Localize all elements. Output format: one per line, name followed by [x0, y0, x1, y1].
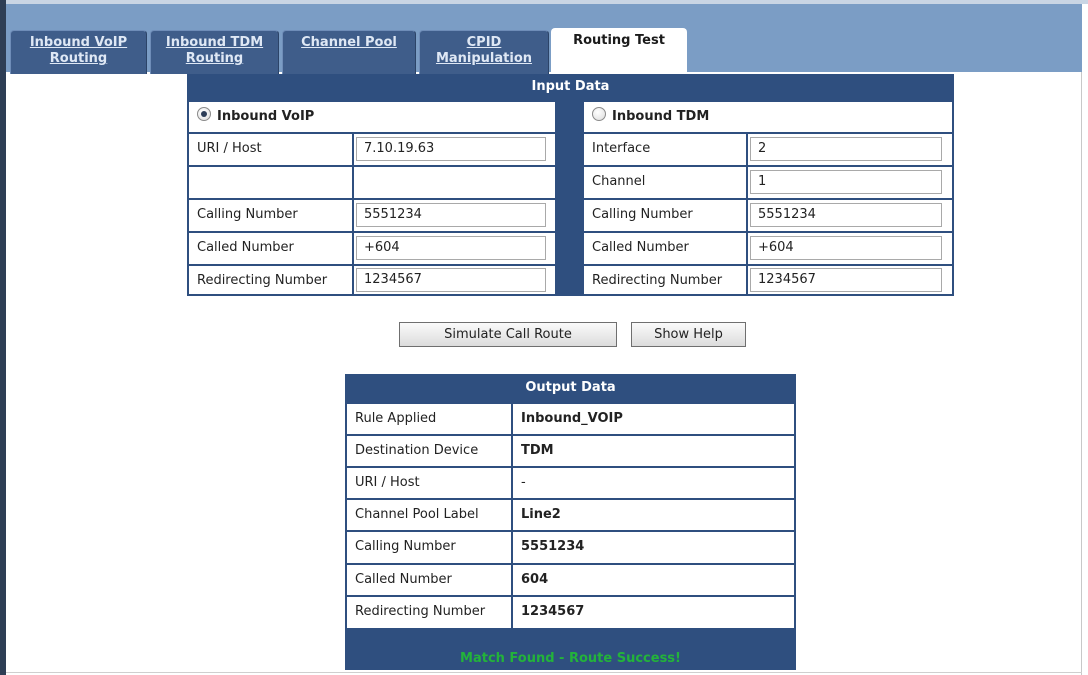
inbound-voip-radio-row[interactable]: Inbound VoIP: [189, 102, 555, 132]
tdm-interface-cell: 2: [748, 134, 952, 165]
tab-label-line1: Routing Test: [573, 33, 665, 48]
tab-label-line2: Manipulation: [435, 51, 533, 66]
tab-label-line2: Routing: [49, 51, 108, 66]
voip-calling-number-label: Calling Number: [189, 200, 352, 231]
inbound-tdm-label: Inbound TDM: [612, 109, 710, 124]
output-redirecting-number-label: Redirecting Number: [347, 597, 511, 628]
tab-inbound-tdm-routing[interactable]: Inbound TDM Routing: [150, 30, 279, 74]
output-calling-number-value: 5551234: [513, 532, 794, 563]
voip-called-number-cell: +604: [354, 233, 555, 264]
tdm-called-number-label: Called Number: [584, 233, 746, 264]
tab-bar: Inbound VoIP Routing Inbound TDM Routing…: [6, 4, 1082, 74]
output-called-number-value: 604: [513, 565, 794, 595]
tdm-calling-number-cell: 5551234: [748, 200, 952, 231]
inbound-voip-label: Inbound VoIP: [217, 109, 315, 124]
output-channel-pool-label-value: Line2: [513, 500, 794, 530]
tdm-calling-number-label: Calling Number: [584, 200, 746, 231]
tdm-interface-input[interactable]: 2: [750, 137, 942, 161]
input-data-header: Input Data: [531, 79, 610, 94]
voip-calling-number-input[interactable]: 5551234: [356, 203, 546, 227]
output-data-header: Output Data: [525, 380, 616, 395]
tdm-channel-cell: 1: [748, 167, 952, 198]
tab-label-line1: Inbound TDM: [165, 35, 264, 50]
tdm-channel-label: Channel: [584, 167, 746, 198]
output-calling-number-label: Calling Number: [347, 532, 511, 563]
inbound-voip-radio[interactable]: [197, 107, 211, 121]
show-help-button[interactable]: Show Help: [631, 322, 746, 347]
voip-redirecting-number-label: Redirecting Number: [189, 266, 352, 294]
input-data-panel: Input Data Inbound VoIP URI / Host 7.10.…: [187, 74, 954, 296]
tab-cpid-manipulation[interactable]: CPID Manipulation: [419, 30, 549, 74]
tab-routing-test[interactable]: Routing Test: [551, 28, 687, 74]
voip-called-number-label: Called Number: [189, 233, 352, 264]
output-destination-device-label: Destination Device: [347, 436, 511, 466]
tab-channel-pool[interactable]: Channel Pool: [282, 30, 416, 74]
tdm-redirecting-number-cell: 1234567: [748, 266, 952, 294]
voip-empty-label: [189, 167, 352, 198]
voip-uri-host-label: URI / Host: [189, 134, 352, 165]
voip-empty-value: [354, 167, 555, 198]
output-uri-host-value: -: [513, 468, 794, 498]
voip-redirecting-number-cell: 1234567: [354, 266, 555, 294]
page-bottom-border: [6, 672, 1082, 673]
output-redirecting-number-value: 1234567: [513, 597, 794, 628]
frame-right-edge: [1081, 72, 1082, 675]
output-rule-applied-value: Inbound_VOIP: [513, 404, 794, 434]
output-rule-applied-label: Rule Applied: [347, 404, 511, 434]
tab-inbound-voip-routing[interactable]: Inbound VoIP Routing: [10, 30, 147, 74]
tdm-channel-input[interactable]: 1: [750, 170, 942, 194]
tdm-interface-label: Interface: [584, 134, 746, 165]
output-called-number-label: Called Number: [347, 565, 511, 595]
output-destination-device-value: TDM: [513, 436, 794, 466]
tdm-calling-number-input[interactable]: 5551234: [750, 203, 942, 227]
voip-uri-host-input[interactable]: 7.10.19.63: [356, 137, 546, 161]
inbound-tdm-radio-row[interactable]: Inbound TDM: [584, 102, 952, 132]
voip-calling-number-cell: 5551234: [354, 200, 555, 231]
voip-uri-host-cell: 7.10.19.63: [354, 134, 555, 165]
tab-label-line1: CPID: [466, 35, 502, 50]
output-channel-pool-label-label: Channel Pool Label: [347, 500, 511, 530]
tdm-redirecting-number-label: Redirecting Number: [584, 266, 746, 294]
simulate-call-route-button[interactable]: Simulate Call Route: [399, 322, 617, 347]
tdm-called-number-input[interactable]: +604: [750, 236, 942, 260]
voip-called-number-input[interactable]: +604: [356, 236, 546, 260]
tab-label-line1: Channel Pool: [301, 35, 397, 50]
output-data-panel: Output Data Rule Applied Inbound_VOIP De…: [345, 374, 796, 670]
tdm-redirecting-number-input[interactable]: 1234567: [750, 268, 942, 292]
route-status-message: Match Found - Route Success!: [460, 651, 681, 666]
voip-redirecting-number-input[interactable]: 1234567: [356, 268, 546, 292]
window-left-border: [0, 0, 6, 675]
inbound-tdm-radio[interactable]: [592, 107, 606, 121]
tab-label-line2: Routing: [185, 51, 244, 66]
tab-label-line1: Inbound VoIP: [29, 35, 128, 50]
output-uri-host-label: URI / Host: [347, 468, 511, 498]
tdm-called-number-cell: +604: [748, 233, 952, 264]
